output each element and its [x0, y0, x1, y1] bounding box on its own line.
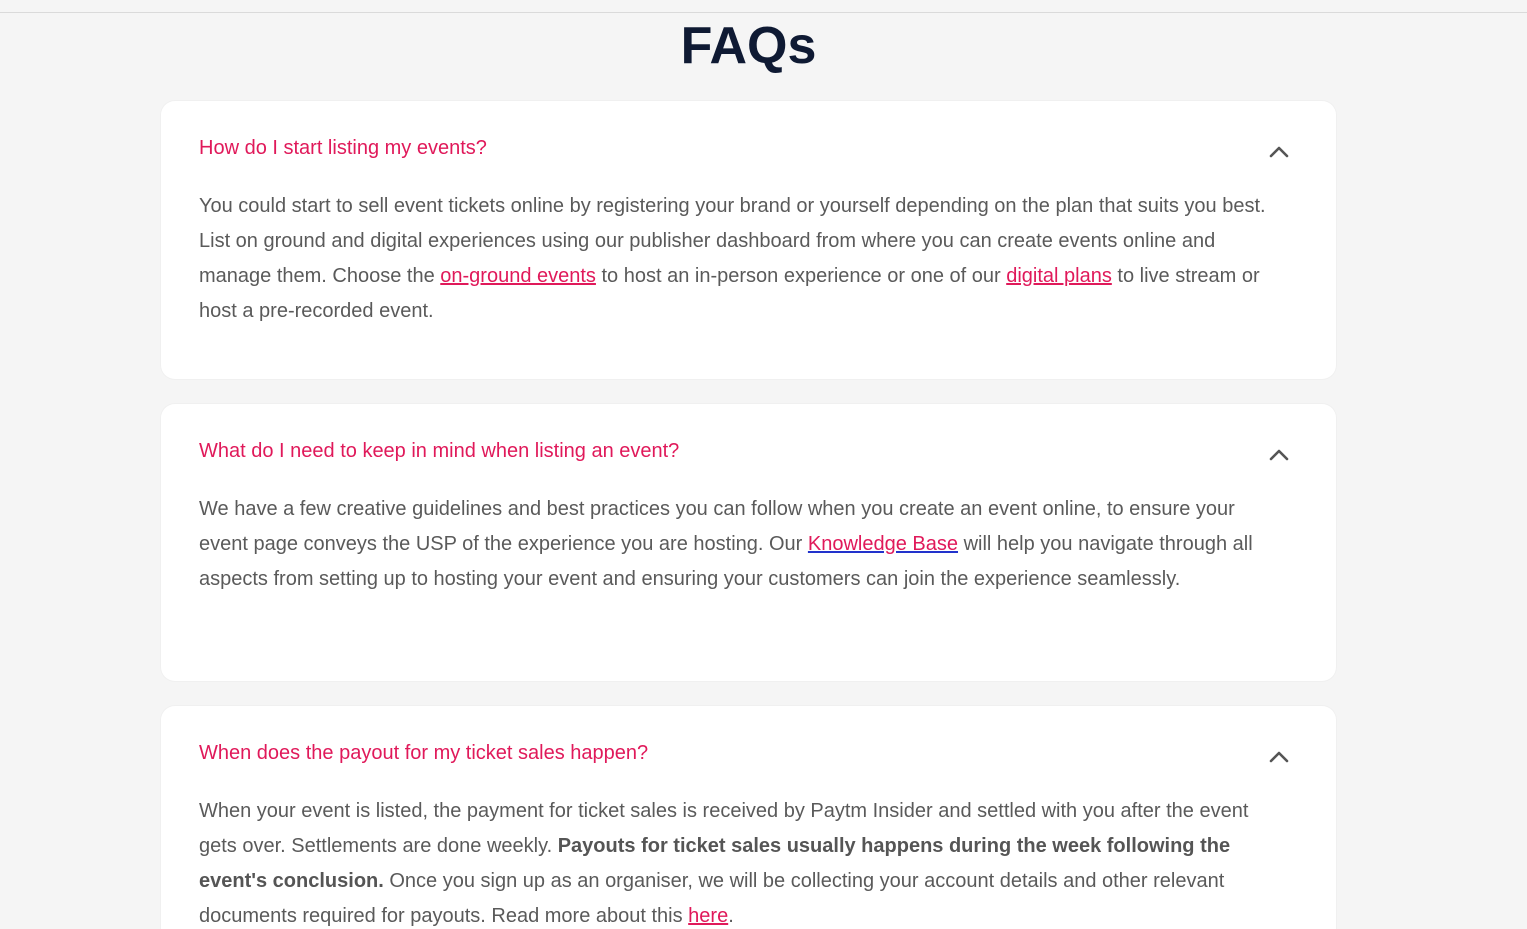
faq-answer: When your event is listed, the payment f… [199, 794, 1279, 929]
faq-page: FAQs How do I start listing my events? Y… [0, 0, 1527, 929]
on-ground-events-link[interactable]: on-ground events [440, 265, 596, 287]
chevron-up-icon[interactable] [1268, 746, 1290, 766]
chevron-up-icon[interactable] [1268, 444, 1290, 464]
knowledge-base-link[interactable]: Knowledge Base [808, 533, 958, 555]
faq-item: How do I start listing my events? You co… [161, 101, 1336, 379]
faq-item: When does the payout for my ticket sales… [161, 706, 1336, 929]
digital-plans-link[interactable]: digital plans [1006, 265, 1112, 287]
faq-item: What do I need to keep in mind when list… [161, 404, 1336, 681]
page-title: FAQs [680, 17, 817, 75]
faq-answer: We have a few creative guidelines and be… [199, 492, 1279, 597]
payout-here-link[interactable]: here [688, 905, 728, 927]
chevron-up-icon[interactable] [1268, 141, 1290, 161]
faq-answer: You could start to sell event tickets on… [199, 189, 1279, 329]
faq-question[interactable]: How do I start listing my events? [199, 135, 487, 161]
top-divider [0, 12, 1527, 13]
answer-text: . [728, 905, 734, 927]
faq-question[interactable]: What do I need to keep in mind when list… [199, 438, 679, 464]
faq-question[interactable]: When does the payout for my ticket sales… [199, 740, 648, 766]
answer-text: to host an in-person experience or one o… [595, 265, 1007, 287]
